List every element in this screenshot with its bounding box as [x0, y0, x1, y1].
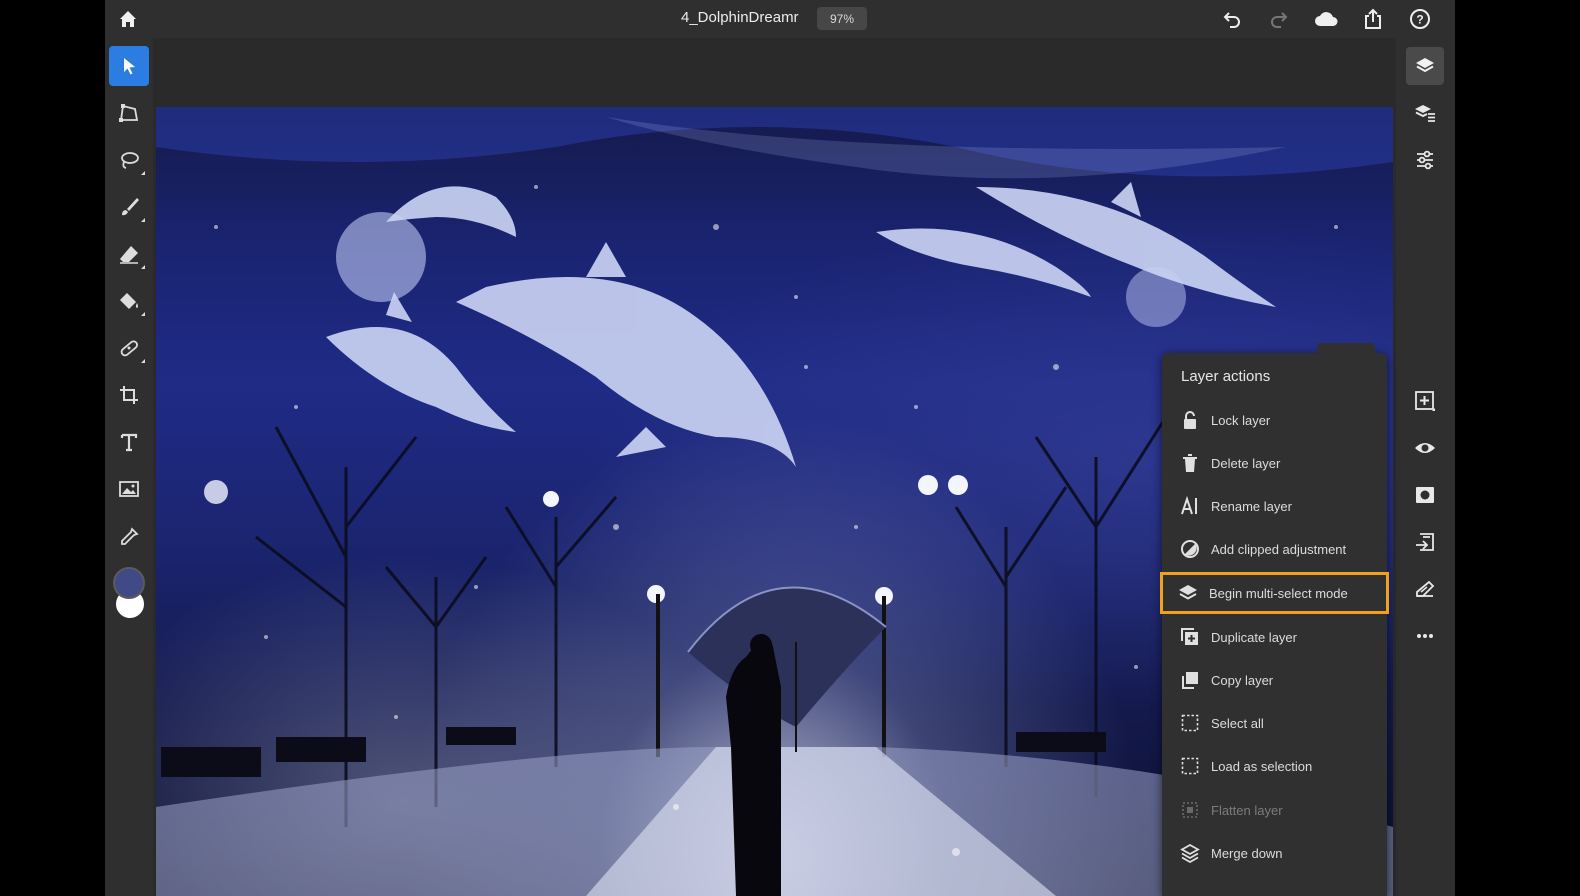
layer-properties-icon[interactable] — [1406, 94, 1444, 132]
load-selection-icon — [1179, 755, 1201, 777]
layer-actions-popover: Layer actions Lock layer Delete layer Re… — [1160, 343, 1389, 896]
duplicate-layer-item[interactable]: Duplicate layer — [1162, 617, 1387, 657]
copy-icon — [1179, 669, 1201, 691]
cloud-icon[interactable] — [1311, 4, 1341, 34]
tool-group-indicator — [141, 265, 145, 269]
merge-down-item[interactable]: Merge down — [1162, 833, 1387, 873]
flatten-layer-item: Flatten layer — [1162, 790, 1387, 830]
more-icon[interactable] — [1406, 617, 1444, 655]
add-layer-icon[interactable] — [1406, 382, 1444, 420]
duplicate-layer-label: Duplicate layer — [1211, 629, 1297, 645]
eyedropper-tool[interactable] — [109, 517, 149, 557]
transform-tool[interactable] — [109, 93, 149, 133]
tool-group-indicator — [141, 218, 145, 222]
lock-icon — [1179, 409, 1201, 431]
undo-icon[interactable] — [1217, 4, 1247, 34]
begin-multi-select-mode-label: Begin multi-select mode — [1209, 585, 1348, 601]
left-toolbar — [105, 38, 153, 896]
lasso-tool[interactable] — [109, 140, 149, 180]
foreground-color-swatch[interactable] — [113, 567, 145, 599]
duplicate-icon — [1179, 626, 1201, 648]
rename-icon — [1179, 495, 1201, 517]
share-icon[interactable] — [1358, 4, 1388, 34]
svg-text:?: ? — [1416, 13, 1423, 27]
adjustment-icon — [1179, 538, 1201, 560]
load-as-selection-label: Load as selection — [1211, 758, 1313, 774]
redo-icon[interactable] — [1264, 4, 1294, 34]
select-all-label: Select all — [1211, 715, 1264, 731]
type-tool[interactable] — [109, 422, 149, 462]
select-all-icon — [1179, 712, 1201, 734]
photoshop-app: 4_DolphinDreamr 97% ? Layer actions Lock… — [105, 0, 1455, 896]
flatten-icon — [1179, 799, 1201, 821]
layers-stack-icon — [1177, 582, 1199, 604]
begin-multi-select-mode-item[interactable]: Begin multi-select mode — [1160, 572, 1389, 614]
tool-group-indicator — [141, 171, 145, 175]
delete-layer-item[interactable]: Delete layer — [1162, 443, 1387, 483]
adjustments-icon[interactable] — [1406, 141, 1444, 179]
layers-icon[interactable] — [1406, 47, 1444, 85]
paint-bucket-icon — [120, 293, 138, 309]
lasso-icon — [121, 152, 139, 169]
tool-group-indicator — [141, 312, 145, 316]
popover-title: Layer actions — [1181, 368, 1271, 385]
crop-tool[interactable] — [109, 375, 149, 415]
clip-icon[interactable] — [1406, 570, 1444, 608]
add-clipped-adjustment-item[interactable]: Add clipped adjustment — [1162, 529, 1387, 569]
transform-icon — [119, 104, 139, 122]
help-icon[interactable]: ? — [1405, 4, 1435, 34]
home-icon[interactable] — [113, 4, 143, 34]
flatten-layer-label: Flatten layer — [1211, 802, 1283, 818]
load-as-selection-item[interactable]: Load as selection — [1162, 746, 1387, 786]
rename-layer-label: Rename layer — [1211, 498, 1292, 514]
copy-layer-item[interactable]: Copy layer — [1162, 660, 1387, 700]
zoom-level-badge[interactable]: 97% — [817, 7, 867, 30]
right-rail — [1396, 38, 1455, 896]
mask-icon[interactable] — [1406, 476, 1444, 514]
select-tool[interactable] — [109, 46, 149, 86]
image-icon — [119, 481, 139, 497]
brush-tool[interactable] — [109, 187, 149, 227]
document-title[interactable]: 4_DolphinDreamr — [681, 9, 799, 26]
merge-down-label: Merge down — [1211, 845, 1283, 861]
popover-caret — [1317, 343, 1375, 353]
lock-layer-item[interactable]: Lock layer — [1162, 400, 1387, 440]
eyedropper-icon — [121, 527, 139, 545]
add-clipped-adjustment-label: Add clipped adjustment — [1211, 541, 1347, 557]
crop-icon — [120, 386, 138, 404]
type-t-icon — [120, 433, 138, 452]
eraser-icon — [120, 246, 138, 264]
merge-down-icon — [1179, 842, 1201, 864]
import-icon[interactable] — [1406, 523, 1444, 561]
select-all-item[interactable]: Select all — [1162, 703, 1387, 743]
healing-bandage-icon — [120, 340, 138, 357]
delete-layer-label: Delete layer — [1211, 455, 1281, 471]
healing-tool[interactable] — [109, 328, 149, 368]
brush-icon — [122, 198, 139, 216]
eraser-tool[interactable] — [109, 234, 149, 274]
copy-layer-label: Copy layer — [1211, 672, 1274, 688]
visibility-icon[interactable] — [1406, 429, 1444, 467]
lock-layer-label: Lock layer — [1211, 412, 1271, 428]
fill-tool[interactable] — [109, 281, 149, 321]
place-image-tool[interactable] — [109, 469, 149, 509]
select-arrow-icon — [124, 58, 135, 75]
top-bar: 4_DolphinDreamr 97% ? — [105, 0, 1455, 38]
tool-group-indicator — [141, 359, 145, 363]
trash-icon — [1179, 452, 1201, 474]
rename-layer-item[interactable]: Rename layer — [1162, 486, 1387, 526]
